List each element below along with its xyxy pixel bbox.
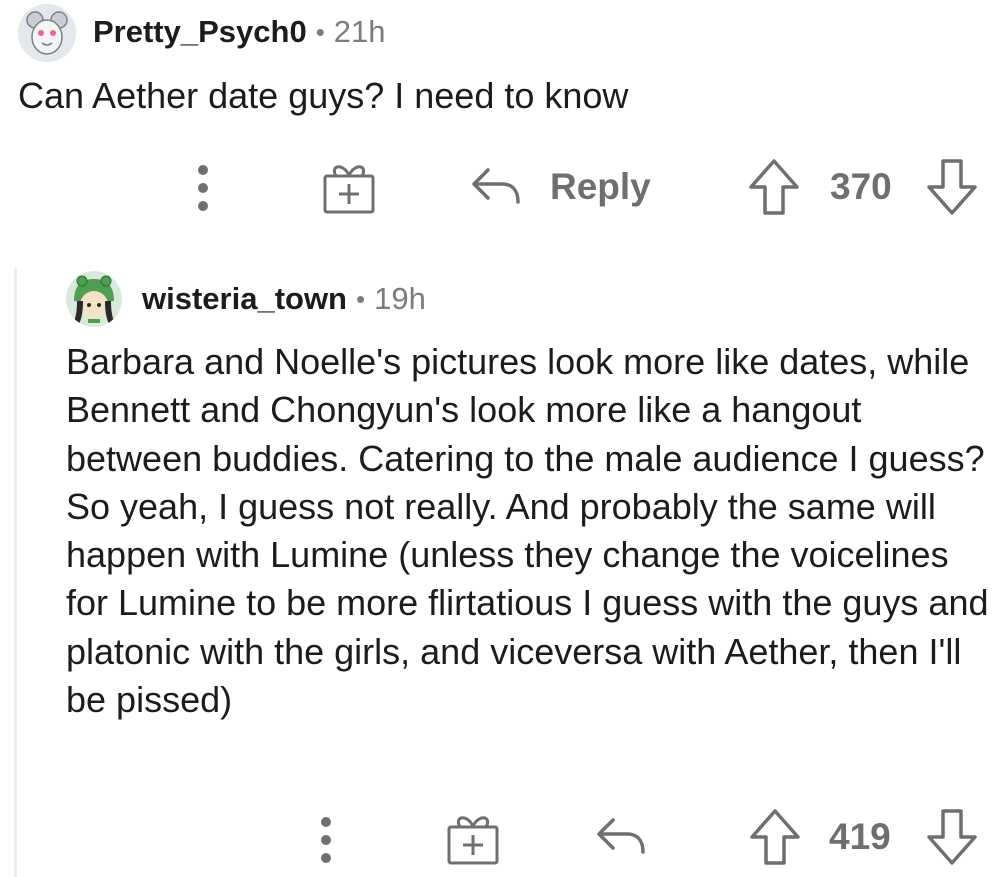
- username[interactable]: Pretty_Psych0: [93, 14, 307, 50]
- gift-award-icon[interactable]: [318, 157, 380, 217]
- timestamp: 19h: [374, 281, 426, 316]
- upvote-icon[interactable]: [746, 156, 802, 218]
- separator-dot: •: [315, 16, 325, 47]
- downvote-icon[interactable]: [924, 806, 980, 868]
- more-vertical-icon[interactable]: [186, 160, 220, 216]
- avatar[interactable]: [18, 4, 76, 62]
- upvote-icon[interactable]: [747, 806, 803, 868]
- thread-line[interactable]: [14, 268, 17, 877]
- separator-dot: •: [356, 283, 366, 314]
- downvote-icon[interactable]: [924, 156, 980, 218]
- avatar[interactable]: [66, 271, 122, 327]
- comment-body: Can Aether date guys? I need to know: [18, 75, 629, 116]
- reply-icon[interactable]: [592, 810, 650, 864]
- comment-body: Barbara and Noelle's pictures look more …: [66, 341, 989, 721]
- vote-score: 419: [829, 816, 891, 857]
- reply-button[interactable]: Reply: [550, 166, 651, 208]
- reply-icon[interactable]: [467, 160, 525, 214]
- timestamp: 21h: [333, 14, 386, 49]
- comment-meta: wisteria_town • 19h: [142, 281, 426, 317]
- vote-score: 370: [830, 166, 892, 207]
- more-vertical-icon[interactable]: [309, 812, 343, 868]
- comment-meta: Pretty_Psych0 • 21h: [93, 14, 386, 50]
- username[interactable]: wisteria_town: [142, 281, 347, 317]
- gift-award-icon[interactable]: [442, 808, 504, 868]
